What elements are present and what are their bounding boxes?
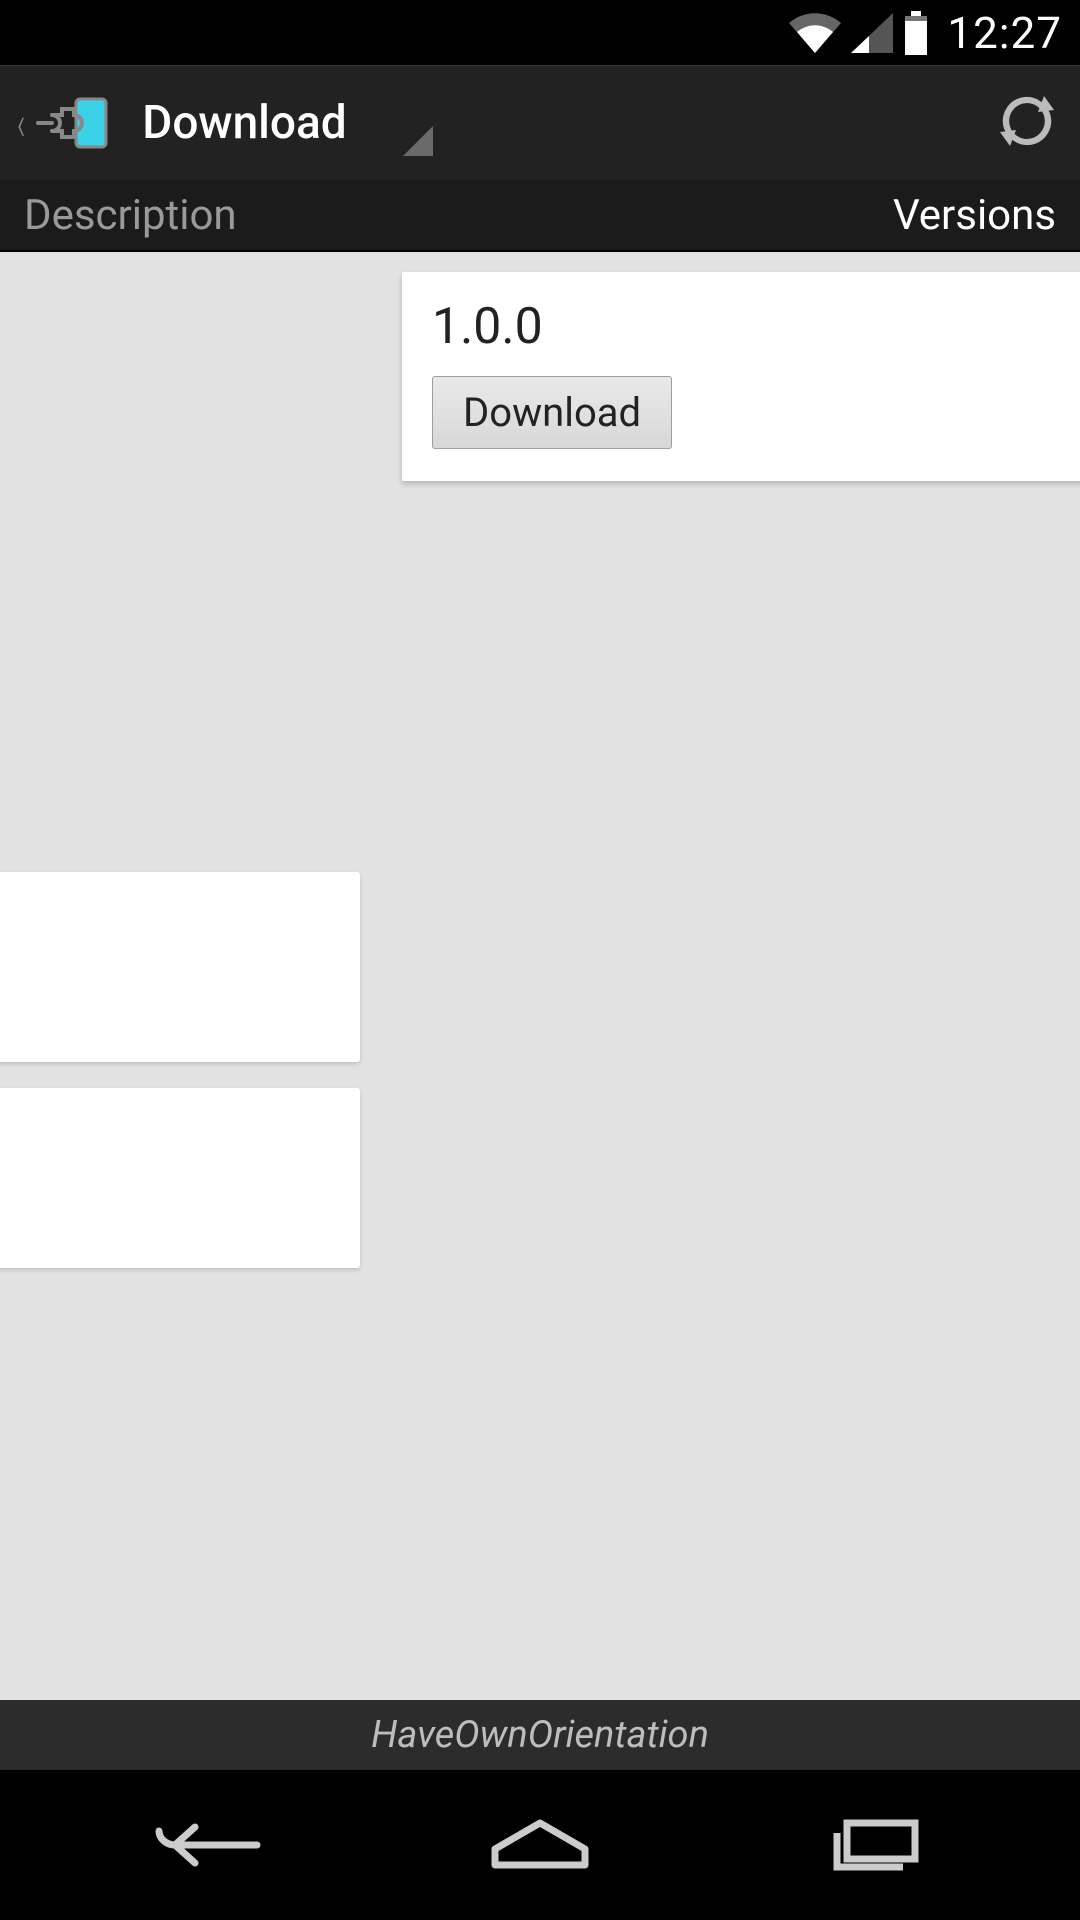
recents-icon (823, 1815, 923, 1875)
version-card: 1.0.0 Download (402, 272, 1080, 481)
cell-signal-icon (851, 13, 893, 53)
battery-icon (903, 11, 929, 55)
version-number: 1.0.0 (432, 298, 1060, 356)
link-card-1[interactable]: com/ (0, 872, 360, 1062)
back-chevron-icon[interactable]: ‹ (17, 95, 26, 152)
module-title-fragment: on (0, 272, 360, 340)
nav-back-button[interactable] (127, 1805, 287, 1885)
wifi-icon (789, 13, 841, 53)
app-icon[interactable] (34, 88, 114, 158)
refresh-button[interactable] (988, 82, 1066, 164)
link-card-2[interactable]: ule/ ation (0, 1088, 360, 1268)
link-text-2b: ation (0, 1178, 330, 1234)
link-text-1: com/ (0, 939, 330, 995)
action-bar: ‹ Download (0, 65, 1080, 180)
download-button[interactable]: Download (432, 376, 672, 449)
tab-versions[interactable]: Versions (873, 181, 1076, 250)
description-panel[interactable]: on nt screen orientation? Try . Enable i… (0, 272, 360, 1294)
navigation-bar (0, 1770, 1080, 1920)
description-text-2: . Enable it in Xposed - (0, 666, 360, 722)
nav-home-button[interactable] (460, 1805, 620, 1885)
home-icon (485, 1815, 595, 1875)
actionbar-title: Download (142, 96, 346, 150)
module-name-footer: HaveOwnOrientation (0, 1700, 1080, 1770)
tab-description[interactable]: Description (4, 181, 257, 250)
content-area: on nt screen orientation? Try . Enable i… (0, 252, 1080, 1700)
nav-recents-button[interactable] (793, 1805, 953, 1885)
refresh-icon (998, 92, 1056, 150)
description-text-1: nt screen orientation? Try (0, 520, 360, 576)
back-icon (147, 1815, 267, 1875)
spinner-triangle-icon (403, 126, 433, 156)
status-clock: 12:27 (947, 7, 1062, 59)
status-bar: 12:27 (0, 0, 1080, 65)
tab-bar: Description Versions (0, 180, 1080, 252)
actionbar-spinner[interactable]: Download (142, 90, 432, 156)
link-text-2a: ule/ (0, 1122, 330, 1178)
